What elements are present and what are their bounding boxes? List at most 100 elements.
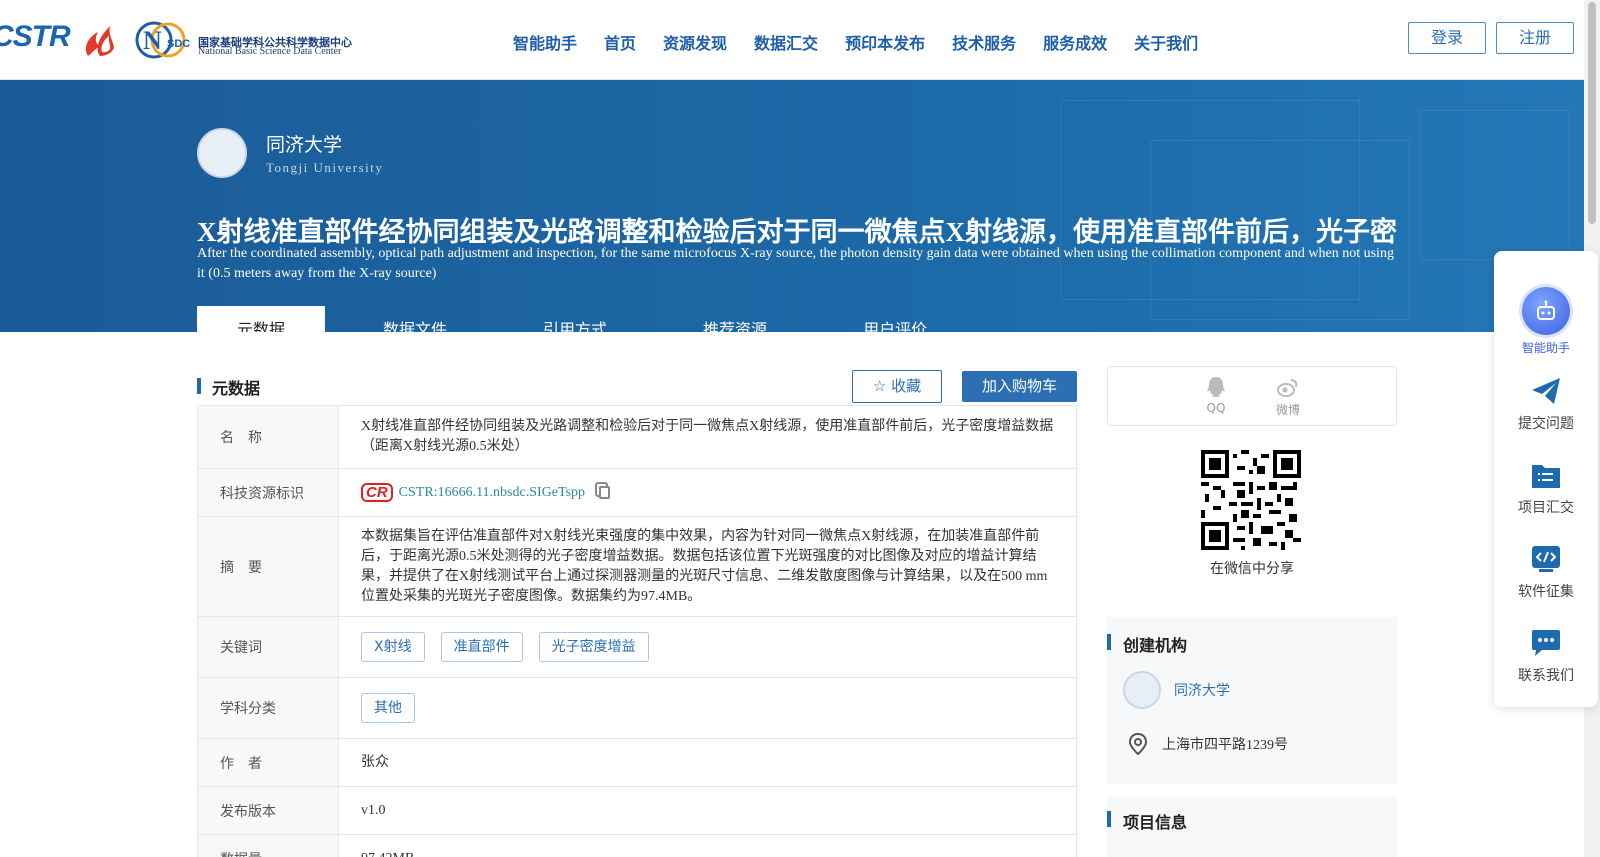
- creator-org-title: 创建机构: [1123, 636, 1188, 655]
- code-icon: [1530, 543, 1562, 575]
- nav-item-tech-service[interactable]: 技术服务: [952, 30, 1016, 54]
- tab-recommended[interactable]: 推荐资源: [665, 306, 805, 332]
- cstr-logo[interactable]: CSTR: [0, 20, 71, 54]
- creator-org-link[interactable]: 同济大学: [1174, 680, 1230, 700]
- nav-item-submit-data[interactable]: 数据汇交: [754, 30, 818, 54]
- table-row: 作 者 张众: [198, 739, 1076, 787]
- org-name[interactable]: 同济大学: [266, 130, 342, 157]
- share-qq-label: QQ: [1206, 401, 1226, 415]
- row-label: 名 称: [198, 406, 339, 468]
- nav-item-results[interactable]: 服务成效: [1043, 30, 1107, 54]
- location-pin-icon: [1128, 732, 1148, 756]
- sidepanel-contact-label: 联系我们: [1518, 668, 1574, 684]
- sidepanel-submit-label: 提交问题: [1518, 416, 1574, 432]
- login-button[interactable]: 登录: [1408, 22, 1486, 54]
- table-row: 科技资源标识 CR CSTR:16666.11.nbsdc.SIGeTspp: [198, 469, 1076, 517]
- tab-bar: 元数据 数据文件 引用方式 推荐资源 用户评价: [197, 306, 985, 332]
- university-logo: [197, 128, 247, 178]
- org-name-en: Tongji University: [266, 160, 384, 175]
- row-label: 科技资源标识: [198, 469, 339, 516]
- version-value: v1.0: [361, 802, 386, 818]
- metadata-table: 名 称 X射线准直部件经协同组装及光路调整和检验后对于同一微焦点X射线源，使用准…: [197, 405, 1077, 857]
- table-row: 摘 要 本数据集旨在评估准直部件对X射线光束强度的集中效果，内容为针对同一微焦点…: [198, 517, 1076, 617]
- sidepanel-project-submit[interactable]: 项目汇交: [1494, 459, 1598, 517]
- svg-text:N: N: [143, 26, 162, 55]
- row-label: 作 者: [198, 739, 339, 786]
- project-info-title: 项目信息: [1123, 813, 1188, 832]
- paper-plane-icon: [1530, 375, 1562, 407]
- org-address: 上海市四平路1239号: [1162, 738, 1288, 753]
- subject-tag[interactable]: 其他: [361, 693, 415, 723]
- favorite-button[interactable]: ☆ 收藏: [852, 370, 942, 403]
- add-to-cart-button[interactable]: 加入购物车: [962, 371, 1077, 402]
- nav-item-about[interactable]: 关于我们: [1134, 30, 1198, 54]
- banner-decoration: [1420, 110, 1570, 260]
- cstr-badge-icon: CR: [361, 483, 393, 502]
- sidepanel-assistant-label: 智能助手: [1521, 341, 1570, 355]
- row-label: 发布版本: [198, 787, 339, 834]
- table-row: 学科分类 其他: [198, 678, 1076, 739]
- section-title: 元数据: [212, 379, 261, 398]
- nav-item-assistant[interactable]: 智能助手: [513, 30, 577, 54]
- tab-citation[interactable]: 引用方式: [505, 306, 645, 332]
- size-value: 97.42MB: [339, 835, 1076, 857]
- author-value: 张众: [361, 754, 389, 770]
- dataset-name: X射线准直部件经协同组装及光路调整和检验后对于同一微焦点X射线源，使用准直部件前…: [361, 419, 1054, 454]
- section-marker: [197, 378, 201, 394]
- nav-item-preprint[interactable]: 预印本发布: [845, 30, 925, 54]
- sidepanel-submit-question[interactable]: 提交问题: [1494, 375, 1598, 433]
- share-qq-button[interactable]: QQ: [1196, 375, 1236, 415]
- wechat-share-text: 在微信中分享: [1210, 561, 1294, 577]
- nav-item-home[interactable]: 首页: [604, 30, 636, 54]
- tab-reviews[interactable]: 用户评价: [825, 306, 965, 332]
- chat-bubble-icon: [1530, 627, 1562, 659]
- nav-item-discover[interactable]: 资源发现: [663, 30, 727, 54]
- cstr-identifier-link[interactable]: CSTR:16666.11.nbsdc.SIGeTspp: [399, 483, 585, 503]
- abstract-text: 本数据集旨在评估准直部件对X射线光束强度的集中效果，内容为针对同一微焦点X射线源…: [361, 529, 1048, 604]
- tab-metadata[interactable]: 元数据: [197, 306, 326, 332]
- main-nav: 智能助手 首页 资源发现 数据汇交 预印本发布 技术服务 服务成效 关于我们: [513, 30, 1225, 54]
- share-panel: QQ 微博: [1107, 366, 1397, 426]
- robot-icon: [1522, 287, 1570, 335]
- favorite-label: 收藏: [891, 377, 922, 395]
- sidepanel-project-label: 项目汇交: [1518, 500, 1574, 516]
- dataset-banner: 同济大学 Tongji University X射线准直部件经协同组装及光路调整…: [0, 80, 1584, 332]
- weibo-icon: [1277, 379, 1298, 397]
- sidepanel-assistant[interactable]: 智能助手: [1494, 287, 1598, 356]
- section-marker: [1107, 811, 1111, 827]
- red-flame-logo[interactable]: [80, 22, 120, 58]
- row-label: 摘 要: [198, 517, 339, 616]
- keyword-tag[interactable]: X射线: [361, 632, 425, 662]
- sidepanel-software-label: 软件征集: [1518, 584, 1574, 600]
- wechat-qr-code: [1201, 450, 1301, 550]
- keywords-cell: X射线 准直部件 光子密度增益: [339, 617, 1076, 677]
- subject-cell: 其他: [339, 678, 1076, 738]
- page-subtitle-en: After the coordinated assembly, optical …: [197, 246, 1394, 281]
- row-label: 数据量: [198, 835, 339, 857]
- org-logo: [1123, 671, 1161, 709]
- qq-icon: [1207, 377, 1225, 397]
- row-label: 关键词: [198, 617, 339, 677]
- table-row: 关键词 X射线 准直部件 光子密度增益: [198, 617, 1076, 678]
- table-row: 名 称 X射线准直部件经协同组装及光路调整和检验后对于同一微焦点X射线源，使用准…: [198, 406, 1076, 469]
- star-icon: ☆: [872, 377, 887, 395]
- nsdc-name-en: National Basic Science Data Center: [198, 46, 342, 57]
- section-marker: [1107, 634, 1111, 650]
- nsdc-badge: SDC: [167, 38, 191, 50]
- table-row: 数据量 97.42MB: [198, 835, 1076, 857]
- scrollbar-thumb[interactable]: [1588, 2, 1596, 224]
- floating-tool-panel: 智能助手 提交问题 项目汇交 软件征集 联系我们: [1494, 251, 1598, 707]
- keyword-tag[interactable]: 光子密度增益: [538, 632, 649, 662]
- sidepanel-software[interactable]: 软件征集: [1494, 543, 1598, 601]
- table-row: 发布版本 v1.0: [198, 787, 1076, 835]
- sidepanel-contact[interactable]: 联系我们: [1494, 627, 1598, 685]
- identifier-cell: CR CSTR:16666.11.nbsdc.SIGeTspp: [339, 469, 1076, 516]
- folder-list-icon: [1530, 459, 1562, 491]
- tab-data-files[interactable]: 数据文件: [345, 306, 485, 332]
- top-navbar: CSTR N SDC 国家基础学科公共科学数据中心 National Basic…: [0, 0, 1584, 80]
- keyword-tag[interactable]: 准直部件: [440, 632, 523, 662]
- copy-icon[interactable]: [599, 486, 611, 499]
- share-weibo-button[interactable]: 微博: [1268, 375, 1308, 418]
- row-label: 学科分类: [198, 678, 339, 738]
- register-button[interactable]: 注册: [1496, 22, 1574, 54]
